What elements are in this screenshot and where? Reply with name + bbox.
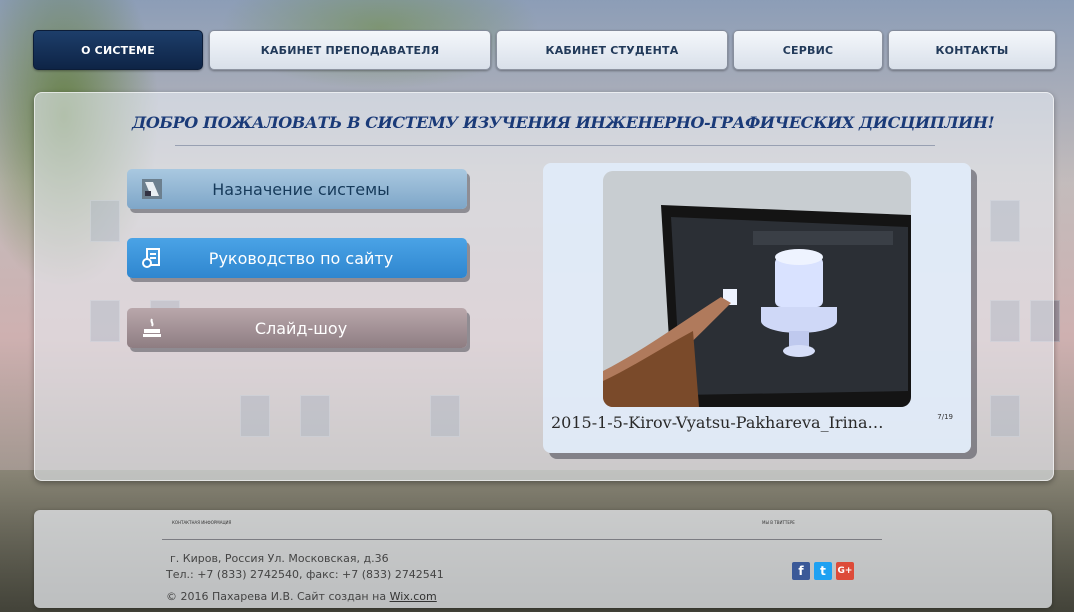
slideshow-button[interactable]: Слайд-шоу: [127, 308, 467, 348]
document-icon: [139, 245, 165, 271]
nav-student-cabinet[interactable]: КАБИНЕТ СТУДЕНТА: [496, 30, 728, 70]
slideshow-panel: 2015-1-5-Kirov-Vyatsu-Pakhareva_Irina… 7…: [543, 163, 971, 453]
system-purpose-button[interactable]: Назначение системы: [127, 169, 467, 209]
copyright-text: © 2016 Пахарева И.В. Сайт создан на Wix.…: [166, 590, 437, 603]
nav-teacher-cabinet[interactable]: КАБИНЕТ ПРЕПОДАВАТЕЛЯ: [209, 30, 491, 70]
slide-image[interactable]: [603, 171, 911, 407]
wix-link[interactable]: Wix.com: [390, 590, 437, 603]
phone-text: Тел.: +7 (833) 2742540, факс: +7 (833) 2…: [166, 568, 444, 581]
slideshow-icon: [139, 315, 165, 341]
footer: КОНТАКТНАЯ ИНФОРМАЦИЯ МЫ В ТВИТТЕРЕ г. К…: [34, 510, 1052, 608]
divider: [175, 145, 935, 146]
nav-service[interactable]: СЕРВИС: [733, 30, 883, 70]
twitter-icon[interactable]: t: [814, 562, 832, 580]
google-plus-icon[interactable]: G+: [836, 562, 854, 580]
facebook-icon[interactable]: f: [792, 562, 810, 580]
nav-contacts[interactable]: КОНТАКТЫ: [888, 30, 1056, 70]
address-text: г. Киров, Россия Ул. Московская, д.36: [170, 552, 389, 565]
tool-icon: [139, 176, 165, 202]
top-navigation: О СИСТЕМЕ КАБИНЕТ ПРЕПОДАВАТЕЛЯ КАБИНЕТ …: [33, 22, 1057, 70]
slide-counter: 7/19: [937, 413, 953, 421]
copyright-label: © 2016 Пахарева И.В. Сайт создан на: [166, 590, 390, 603]
slide-caption: 2015-1-5-Kirov-Vyatsu-Pakhareva_Irina…: [551, 413, 884, 432]
footer-divider: [162, 539, 882, 540]
welcome-heading: ДОБРО ПОЖАЛОВАТЬ В СИСТЕМУ ИЗУЧЕНИЯ ИНЖЕ…: [132, 113, 995, 132]
main-panel: ДОБРО ПОЖАЛОВАТЬ В СИСТЕМУ ИЗУЧЕНИЯ ИНЖЕ…: [34, 92, 1054, 481]
nav-about-system[interactable]: О СИСТЕМЕ: [33, 30, 203, 70]
system-purpose-label: Назначение системы: [212, 179, 390, 199]
contact-heading: КОНТАКТНАЯ ИНФОРМАЦИЯ: [172, 520, 232, 525]
slideshow-label: Слайд-шоу: [254, 318, 348, 338]
site-guide-label: Руководство по сайту: [208, 248, 394, 268]
site-guide-button[interactable]: Руководство по сайту: [127, 238, 467, 278]
social-heading: МЫ В ТВИТТЕРЕ: [762, 520, 795, 525]
